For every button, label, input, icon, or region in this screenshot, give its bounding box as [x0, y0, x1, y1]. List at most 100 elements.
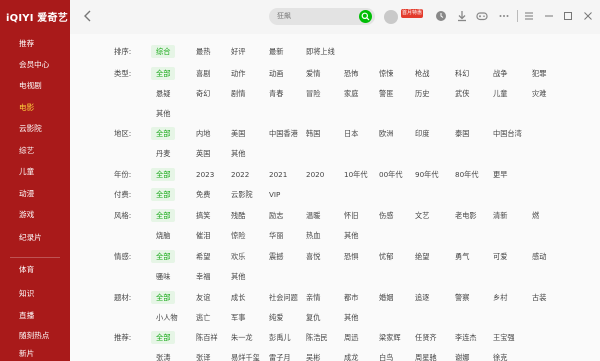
filter-option[interactable]: 丹麦 [151, 147, 175, 160]
filter-option[interactable]: 云影院 [226, 188, 258, 201]
filter-option[interactable]: 烧脑 [151, 229, 175, 242]
filter-option[interactable]: 小人物 [151, 311, 183, 324]
menu-icon[interactable] [523, 10, 535, 22]
filter-option[interactable]: 任贤齐 [410, 331, 442, 344]
filter-option[interactable]: 其他 [226, 147, 250, 160]
filter-option[interactable]: 最热 [191, 45, 215, 58]
filter-option[interactable]: 惊悚 [374, 67, 398, 80]
filter-option[interactable]: 周迅 [339, 331, 363, 344]
avatar[interactable] [384, 10, 398, 24]
filter-option[interactable]: 战争 [488, 67, 512, 80]
filter-option[interactable]: 全部 [151, 127, 176, 140]
search-icon[interactable] [359, 10, 372, 23]
filter-option[interactable]: 全部 [151, 168, 176, 181]
filter-option[interactable]: 全部 [151, 209, 176, 222]
more-dots-icon[interactable] [498, 10, 510, 22]
filter-option[interactable]: 都市 [339, 291, 363, 304]
filter-option[interactable]: 全部 [151, 67, 176, 80]
filter-option[interactable]: 华丽 [264, 229, 288, 242]
filter-option[interactable]: 彭禹儿 [264, 331, 296, 344]
filter-option[interactable]: 好评 [226, 45, 250, 58]
filter-option[interactable]: 动作 [226, 67, 250, 80]
filter-option[interactable]: 其他 [151, 107, 175, 120]
filter-option[interactable]: 怀旧 [339, 209, 363, 222]
filter-option[interactable]: 军事 [226, 311, 250, 324]
history-icon[interactable] [435, 10, 447, 22]
filter-option[interactable]: 乡村 [488, 291, 512, 304]
filter-option[interactable]: 徐克 [488, 351, 512, 361]
filter-option[interactable]: 恐惧 [339, 250, 363, 263]
filter-option[interactable]: 90年代 [410, 168, 444, 181]
filter-option[interactable]: 搞笑 [191, 209, 215, 222]
sidebar-item[interactable]: 会员中心 [0, 55, 70, 75]
minimize-icon[interactable] [543, 10, 555, 22]
filter-option[interactable]: 犯罪 [527, 67, 551, 80]
filter-option[interactable]: 亲情 [301, 291, 325, 304]
filter-option[interactable]: 欧洲 [374, 127, 398, 140]
filter-option[interactable]: 吴彬 [301, 351, 325, 361]
filter-option[interactable]: 剧情 [226, 87, 250, 100]
filter-option[interactable]: 喜悦 [301, 250, 325, 263]
filter-option[interactable]: 易烊千玺 [226, 351, 265, 361]
filter-option[interactable]: 催泪 [191, 229, 215, 242]
filter-option[interactable]: 恐怖 [339, 67, 363, 80]
filter-option[interactable]: 谢娜 [450, 351, 474, 361]
filter-option[interactable]: 其他 [339, 229, 363, 242]
sidebar-item[interactable]: 纪录片 [0, 228, 70, 248]
filter-option[interactable]: 悬疑 [151, 87, 175, 100]
filter-option[interactable]: 韩国 [301, 127, 325, 140]
filter-option[interactable]: 武侠 [450, 87, 474, 100]
sidebar-item[interactable]: 游戏 [0, 205, 70, 225]
filter-option[interactable]: 感动 [527, 250, 551, 263]
close-icon[interactable] [582, 10, 594, 22]
filter-option[interactable]: 绝望 [410, 250, 434, 263]
filter-option[interactable]: 泰国 [450, 127, 474, 140]
filter-option[interactable]: 其他 [226, 270, 250, 283]
filter-option[interactable]: 综合 [151, 45, 176, 58]
vip-promo-badge[interactable]: 首月特惠 [401, 9, 423, 18]
back-icon[interactable] [82, 9, 94, 23]
filter-option[interactable]: 社会问题 [264, 291, 303, 304]
filter-option[interactable]: 老电影 [450, 209, 482, 222]
sidebar-item[interactable]: 推荐 [0, 34, 70, 54]
filter-option[interactable]: 周星驰 [410, 351, 442, 361]
sidebar-item[interactable]: 云影院 [0, 119, 70, 139]
sidebar-item[interactable]: 儿童 [0, 162, 70, 182]
filter-option[interactable]: 震撼 [264, 250, 288, 263]
filter-option[interactable]: 白鸟 [374, 351, 398, 361]
filter-option[interactable]: 中国香港 [264, 127, 303, 140]
filter-option[interactable]: 印度 [410, 127, 434, 140]
filter-option[interactable]: 友谊 [191, 291, 215, 304]
filter-option[interactable]: 陈浩民 [301, 331, 333, 344]
filter-option[interactable]: 科幻 [450, 67, 474, 80]
filter-option[interactable]: 幸福 [191, 270, 215, 283]
filter-option[interactable]: 成龙 [339, 351, 363, 361]
filter-option[interactable]: 2020 [301, 168, 329, 181]
filter-option[interactable]: 张涛 [151, 351, 175, 361]
filter-option[interactable]: 全部 [151, 331, 176, 344]
filter-option[interactable]: 英国 [191, 147, 215, 160]
filter-option[interactable]: 美国 [226, 127, 250, 140]
sidebar-item[interactable]: 新片 [0, 344, 70, 361]
filter-option[interactable]: 燃 [527, 209, 544, 222]
filter-option[interactable]: 警察 [450, 291, 474, 304]
maximize-icon[interactable] [562, 10, 574, 22]
search-input[interactable]: 狂飙 [269, 8, 375, 25]
filter-option[interactable]: 最新 [264, 45, 288, 58]
game-icon[interactable] [476, 10, 488, 22]
filter-option[interactable]: 雷子月 [264, 351, 296, 361]
filter-option[interactable]: 奇幻 [191, 87, 215, 100]
filter-option[interactable]: 李连杰 [450, 331, 482, 344]
filter-option[interactable]: 王宝强 [488, 331, 520, 344]
filter-option[interactable]: 清新 [488, 209, 512, 222]
sidebar-item[interactable]: 知识 [0, 284, 70, 304]
filter-option[interactable]: 张译 [191, 351, 215, 361]
filter-option[interactable]: 枪战 [410, 67, 434, 80]
filter-option[interactable]: 动画 [264, 67, 288, 80]
filter-option[interactable]: 儿童 [488, 87, 512, 100]
filter-option[interactable]: VIP [264, 188, 285, 201]
filter-option[interactable]: 陈百祥 [191, 331, 223, 344]
filter-option[interactable]: 纯爱 [264, 311, 288, 324]
filter-option[interactable]: 婚姻 [374, 291, 398, 304]
sidebar-item[interactable]: 电视剧 [0, 76, 70, 96]
